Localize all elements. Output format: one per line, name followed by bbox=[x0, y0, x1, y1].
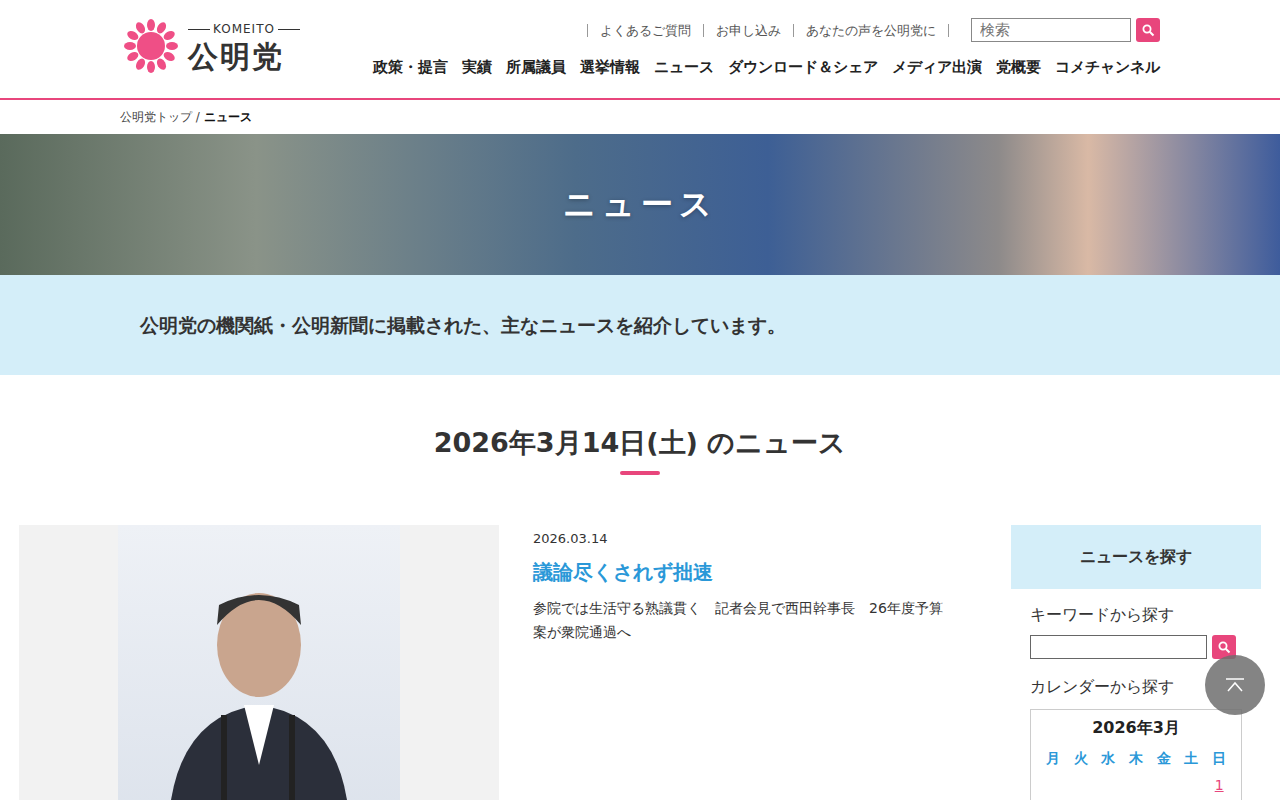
site-header: KOMEITO 公明党 よくあるご質問お申し込みあなたの声を公明党に政策・提言実績所… bbox=[0, 0, 1280, 100]
calendar: 2026年3月月火水木金土日 1 bbox=[1030, 709, 1242, 800]
calendar-weekday: 金 bbox=[1150, 748, 1178, 769]
logo-text: KOMEITO 公明党 bbox=[188, 20, 300, 72]
calendar-weekday: 水 bbox=[1094, 748, 1122, 769]
calendar-blank bbox=[1122, 775, 1150, 796]
calendar-blank bbox=[1039, 775, 1067, 796]
calendar-weekday: 月 bbox=[1039, 748, 1067, 769]
top-link[interactable]: あなたの声を公明党に bbox=[793, 24, 949, 37]
sidebar-title: ニュースを探す bbox=[1011, 525, 1261, 589]
top-link[interactable]: よくあるご質問 bbox=[587, 24, 703, 37]
keyword-row bbox=[1030, 635, 1242, 659]
nav-item[interactable]: ニュース bbox=[654, 56, 714, 79]
person-photo-icon bbox=[159, 565, 359, 800]
search-icon bbox=[1142, 24, 1155, 37]
top-link[interactable]: お申し込み bbox=[703, 24, 793, 37]
scroll-top-button[interactable] bbox=[1205, 655, 1265, 715]
day-heading: 2026年3月14日(土) のニュース bbox=[0, 375, 1280, 525]
photo-content bbox=[118, 525, 400, 800]
top-links: よくあるご質問お申し込みあなたの声を公明党に bbox=[587, 0, 1160, 42]
calendar-day: 1 bbox=[1205, 775, 1233, 796]
breadcrumb-bar: 公明党トップ / ニュース bbox=[120, 100, 1160, 134]
article-body: 2026.03.14 議論尽くされず拙速参院では生活守る熟議貫く 記者会見で西田幹… bbox=[499, 525, 977, 800]
logo-sub-text: KOMEITO bbox=[213, 20, 275, 38]
arrow-up-icon bbox=[1225, 678, 1245, 692]
breadcrumb-home[interactable]: 公明党トップ bbox=[120, 110, 192, 124]
calendar-weekday: 日 bbox=[1205, 748, 1233, 769]
calendar-weekday: 火 bbox=[1067, 748, 1095, 769]
day-heading-text: 2026年3月14日(土) のニュース bbox=[0, 427, 1280, 459]
article-title[interactable]: 議論尽くされず拙速 bbox=[533, 557, 943, 587]
calendar-blank bbox=[1094, 775, 1122, 796]
article-photo[interactable] bbox=[19, 525, 499, 800]
logo-main: 公明党 bbox=[188, 42, 300, 72]
nav-item[interactable]: ダウンロード＆シェア bbox=[728, 56, 878, 79]
nav-item[interactable]: コメチャンネル bbox=[1055, 56, 1160, 79]
search-button[interactable] bbox=[1136, 18, 1160, 42]
nav-item[interactable]: 所属議員 bbox=[506, 56, 566, 79]
nav-item[interactable]: 政策・提言 bbox=[373, 56, 448, 79]
article-row: 2026.03.14 議論尽くされず拙速参院では生活守る熟議貫く 記者会見で西田幹… bbox=[19, 525, 977, 800]
breadcrumb-current: ニュース bbox=[204, 110, 252, 124]
flower-logo-icon bbox=[120, 14, 182, 78]
calendar-blank bbox=[1067, 775, 1095, 796]
search-icon bbox=[1218, 641, 1231, 654]
article-date: 2026.03.14 bbox=[533, 529, 943, 549]
breadcrumb-separator: / bbox=[192, 110, 204, 124]
hero-banner: ニュース bbox=[0, 134, 1280, 275]
header-right: よくあるご質問お申し込みあなたの声を公明党に政策・提言実績所属議員選挙情報ニュー… bbox=[373, 0, 1160, 79]
intro-band: 公明党の機関紙・公明新聞に掲載された、主なニュースを紹介しています。 bbox=[0, 275, 1280, 375]
article-summary: 参院では生活守る熟議貫く 記者会見で西田幹事長 26年度予算案が衆院通過へ bbox=[533, 597, 943, 645]
hero-title: ニュース bbox=[563, 185, 718, 223]
search-input[interactable] bbox=[971, 18, 1131, 42]
site-logo[interactable]: KOMEITO 公明党 bbox=[120, 0, 300, 79]
news-main: 2026.03.14 議論尽くされず拙速参院では生活守る熟議貫く 記者会見で西田幹… bbox=[0, 525, 1280, 800]
nav-item[interactable]: メディア出演 bbox=[892, 56, 982, 79]
article-list: 2026.03.14 議論尽くされず拙速参院では生活守る熟議貫く 記者会見で西田幹… bbox=[19, 525, 977, 800]
logo-sub: KOMEITO bbox=[188, 20, 300, 38]
heading-underline bbox=[620, 471, 660, 475]
keyword-input[interactable] bbox=[1030, 635, 1207, 659]
calendar-day-link[interactable]: 1 bbox=[1215, 777, 1224, 793]
main-nav: 政策・提言実績所属議員選挙情報ニュースダウンロード＆シェアメディア出演党概要コメ… bbox=[373, 56, 1160, 79]
calendar-title: 2026年3月 bbox=[1039, 716, 1233, 740]
calendar-grid: 月火水木金土日 1 bbox=[1039, 748, 1233, 796]
calendar-weekday: 木 bbox=[1122, 748, 1150, 769]
header-inner: KOMEITO 公明党 よくあるご質問お申し込みあなたの声を公明党に政策・提言実績所… bbox=[120, 0, 1160, 79]
nav-item[interactable]: 実績 bbox=[462, 56, 492, 79]
calendar-blank bbox=[1150, 775, 1178, 796]
nav-item[interactable]: 党概要 bbox=[996, 56, 1041, 79]
nav-item[interactable]: 選挙情報 bbox=[580, 56, 640, 79]
calendar-weekday: 土 bbox=[1178, 748, 1206, 769]
calendar-blank bbox=[1178, 775, 1206, 796]
keyword-label: キーワードから探す bbox=[1030, 603, 1242, 627]
